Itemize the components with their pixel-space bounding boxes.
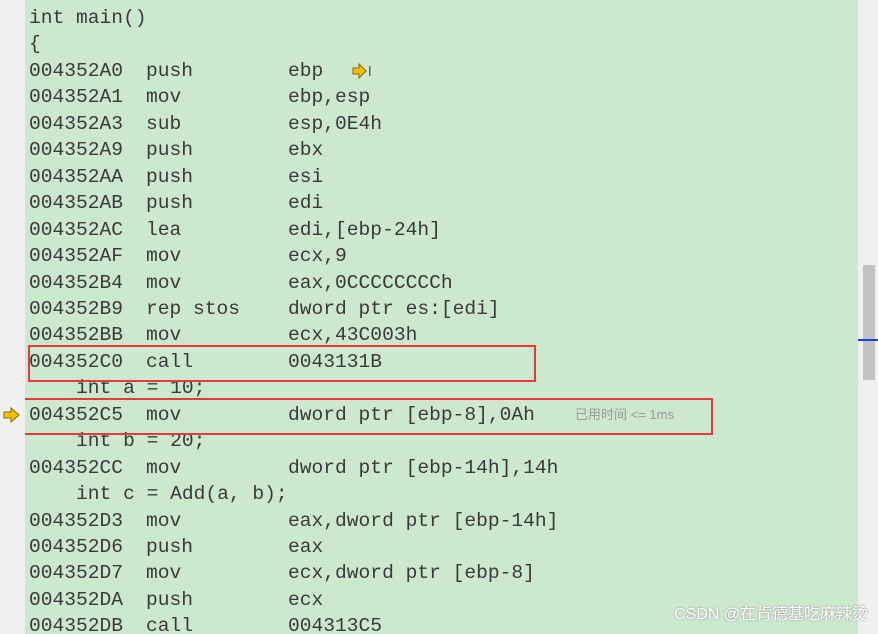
operand: ecx,9 bbox=[288, 245, 347, 268]
instruction-pointer-icon bbox=[3, 406, 20, 423]
address: 004352CC bbox=[29, 456, 124, 479]
source-text: int c = Add(a, b); bbox=[29, 483, 288, 506]
mnemonic: push bbox=[146, 165, 194, 188]
mnemonic: mov bbox=[146, 271, 182, 294]
operand: esp,0E4h bbox=[288, 112, 383, 135]
operand: ebp,esp bbox=[288, 86, 371, 109]
highlight-box bbox=[25, 397, 713, 435]
asm-line[interactable]: 004352AB push edi bbox=[25, 190, 858, 216]
mnemonic: mov bbox=[146, 509, 182, 532]
operand: esi bbox=[288, 165, 324, 188]
address: 004352A3 bbox=[29, 112, 124, 135]
asm-line[interactable]: 004352D7 mov ecx,dword ptr [ebp-8] bbox=[25, 560, 858, 586]
operand: edi bbox=[288, 192, 324, 215]
address: 004352DB bbox=[29, 615, 124, 634]
asm-line[interactable]: 004352A0 push ebp bbox=[25, 58, 858, 84]
address: 004352D3 bbox=[29, 509, 124, 532]
asm-line[interactable]: 004352A3 sub esp,0E4h bbox=[25, 111, 858, 137]
address: 004352AC bbox=[29, 218, 124, 241]
address: 004352A9 bbox=[29, 139, 124, 162]
run-to-cursor-icon[interactable] bbox=[352, 62, 374, 79]
source-text: int main() bbox=[29, 7, 147, 29]
mnemonic: lea bbox=[146, 218, 182, 241]
mnemonic: sub bbox=[146, 112, 182, 135]
address: 004352AF bbox=[29, 245, 124, 268]
operand: eax,dword ptr [ebp-14h] bbox=[288, 509, 559, 532]
address: 004352AA bbox=[29, 165, 124, 188]
source-line[interactable]: int c = Add(a, b); bbox=[25, 481, 858, 507]
asm-line[interactable]: 004352A1 mov ebp,esp bbox=[25, 84, 858, 110]
mnemonic: mov bbox=[146, 245, 182, 268]
mnemonic: push bbox=[146, 59, 194, 82]
operand: dword ptr [ebp-14h],14h bbox=[288, 456, 559, 479]
address: 004352B4 bbox=[29, 271, 124, 294]
address: 004352DA bbox=[29, 588, 124, 611]
mnemonic: mov bbox=[146, 562, 182, 585]
asm-line[interactable]: 004352AC lea edi,[ebp-24h] bbox=[25, 217, 858, 243]
operand: eax,0CCCCCCCCh bbox=[288, 271, 453, 294]
operand: 004313C5 bbox=[288, 615, 383, 634]
mnemonic: mov bbox=[146, 86, 182, 109]
operand: ebx bbox=[288, 139, 324, 162]
asm-line[interactable]: 004352AF mov ecx,9 bbox=[25, 243, 858, 269]
operand: edi,[ebp-24h] bbox=[288, 218, 441, 241]
asm-line[interactable]: 004352D6 push eax bbox=[25, 534, 858, 560]
address: 004352D7 bbox=[29, 562, 124, 585]
source-text: { bbox=[29, 33, 41, 56]
disassembly-view[interactable]: int main() {004352A0 push ebp 004352A1 mov ebp… bbox=[25, 0, 858, 634]
mnemonic: push bbox=[146, 536, 194, 558]
vertical-scrollbar[interactable] bbox=[858, 0, 878, 634]
address: 004352A0 bbox=[29, 59, 124, 82]
mnemonic: push bbox=[146, 588, 194, 611]
operand: ebp bbox=[288, 59, 324, 82]
mnemonic: push bbox=[146, 139, 194, 162]
address: 004352B9 bbox=[29, 297, 124, 320]
operand: ecx bbox=[288, 588, 324, 611]
mnemonic: call bbox=[146, 615, 194, 634]
asm-line[interactable]: 004352B9 rep stos dword ptr es:[edi] bbox=[25, 296, 858, 322]
asm-line[interactable]: 004352A9 push ebx bbox=[25, 137, 858, 163]
scrollbar-position-marker bbox=[858, 339, 878, 341]
highlight-box bbox=[28, 344, 536, 382]
scrollbar-thumb[interactable] bbox=[863, 265, 875, 380]
asm-line[interactable]: 004352AA push esi bbox=[25, 164, 858, 190]
mnemonic: mov bbox=[146, 456, 182, 479]
watermark: CSDN @在肯德基吃麻辣烫 bbox=[673, 606, 868, 623]
source-line[interactable]: int main() bbox=[25, 5, 858, 31]
asm-line[interactable]: 004352B4 mov eax,0CCCCCCCCh bbox=[25, 270, 858, 296]
operand: eax bbox=[288, 536, 324, 558]
asm-line[interactable]: 004352CC mov dword ptr [ebp-14h],14h bbox=[25, 455, 858, 481]
breakpoint-gutter[interactable] bbox=[0, 0, 25, 634]
operand: dword ptr es:[edi] bbox=[288, 297, 500, 320]
mnemonic: push bbox=[146, 192, 194, 215]
source-line[interactable]: { bbox=[25, 31, 858, 57]
address: 004352D6 bbox=[29, 536, 124, 558]
operand: ecx,dword ptr [ebp-8] bbox=[288, 562, 535, 585]
address: 004352A1 bbox=[29, 86, 124, 109]
address: 004352AB bbox=[29, 192, 124, 215]
mnemonic: rep stos bbox=[146, 297, 241, 320]
asm-line[interactable]: 004352D3 mov eax,dword ptr [ebp-14h] bbox=[25, 508, 858, 534]
